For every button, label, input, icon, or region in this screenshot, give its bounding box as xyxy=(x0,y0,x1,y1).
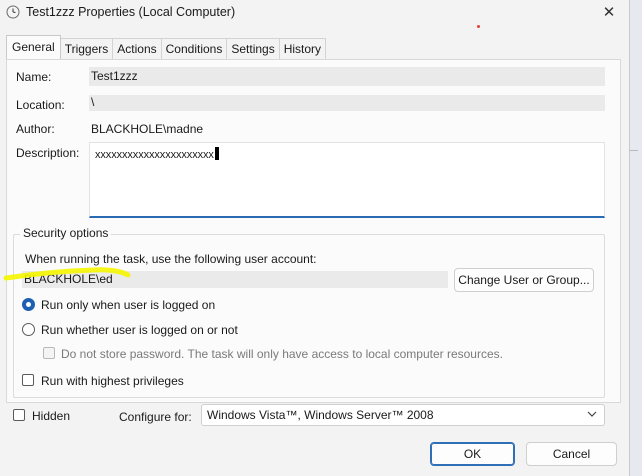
location-label: Location: xyxy=(16,98,65,112)
cancel-button[interactable]: Cancel xyxy=(526,442,617,466)
close-icon: ✕ xyxy=(602,4,616,21)
security-options-title: Security options xyxy=(20,226,112,240)
author-label: Author: xyxy=(16,122,55,136)
run-whether-logged-on-radio[interactable] xyxy=(22,323,35,336)
background-window-edge xyxy=(630,0,642,476)
yellow-highlight-mark xyxy=(3,267,131,281)
text-cursor xyxy=(214,147,219,160)
tab-actions[interactable]: Actions xyxy=(113,38,162,60)
hidden-checkbox[interactable] xyxy=(13,409,25,421)
run-whether-logged-on-label[interactable]: Run whether user is logged on or not xyxy=(41,323,238,337)
run-only-logged-on-radio[interactable] xyxy=(22,298,35,311)
run-highest-privileges-checkbox[interactable] xyxy=(22,374,34,386)
name-field[interactable]: Test1zzz xyxy=(89,67,605,86)
description-label: Description: xyxy=(16,146,80,160)
tab-general[interactable]: General xyxy=(6,35,61,59)
account-prompt: When running the task, use the following… xyxy=(25,252,317,266)
tab-strip: General Triggers Actions Conditions Sett… xyxy=(6,35,327,60)
tab-triggers[interactable]: Triggers xyxy=(60,38,114,60)
run-only-logged-on-label[interactable]: Run only when user is logged on xyxy=(41,298,215,312)
author-value: BLACKHOLE\madne xyxy=(91,122,204,136)
background-divider xyxy=(630,150,638,151)
configure-for-label: Configure for: xyxy=(119,410,192,424)
task-properties-dialog: Test1zzz Properties (Local Computer) ✕ G… xyxy=(0,0,630,476)
description-textarea[interactable]: xxxxxxxxxxxxxxxxxxxxxx xyxy=(89,142,605,218)
do-not-store-password-checkbox[interactable] xyxy=(43,347,55,359)
close-button[interactable]: ✕ xyxy=(594,2,624,24)
tab-conditions[interactable]: Conditions xyxy=(161,38,228,60)
configure-for-dropdown[interactable]: Windows Vista™, Windows Server™ 2008 xyxy=(201,404,605,426)
do-not-store-password-label: Do not store password. The task will onl… xyxy=(61,347,503,361)
location-field: \ xyxy=(89,95,605,111)
red-dot-artifact xyxy=(477,25,480,28)
change-user-or-group-button[interactable]: Change User or Group... xyxy=(454,268,594,292)
tab-settings[interactable]: Settings xyxy=(227,38,280,60)
title-bar: Test1zzz Properties (Local Computer) ✕ xyxy=(0,0,630,26)
window-title: Test1zzz Properties (Local Computer) xyxy=(26,5,236,19)
location-value: \ xyxy=(91,95,95,109)
description-value: xxxxxxxxxxxxxxxxxxxxxx xyxy=(95,149,214,161)
run-highest-privileges-label[interactable]: Run with highest privileges xyxy=(41,374,184,388)
ok-button[interactable]: OK xyxy=(430,442,515,466)
configure-for-value: Windows Vista™, Windows Server™ 2008 xyxy=(207,408,434,422)
chevron-down-icon xyxy=(587,411,597,417)
tab-history[interactable]: History xyxy=(279,38,327,60)
hidden-label[interactable]: Hidden xyxy=(32,409,70,423)
name-label: Name: xyxy=(16,70,52,84)
clock-icon xyxy=(6,5,20,19)
name-value: Test1zzz xyxy=(91,69,138,83)
